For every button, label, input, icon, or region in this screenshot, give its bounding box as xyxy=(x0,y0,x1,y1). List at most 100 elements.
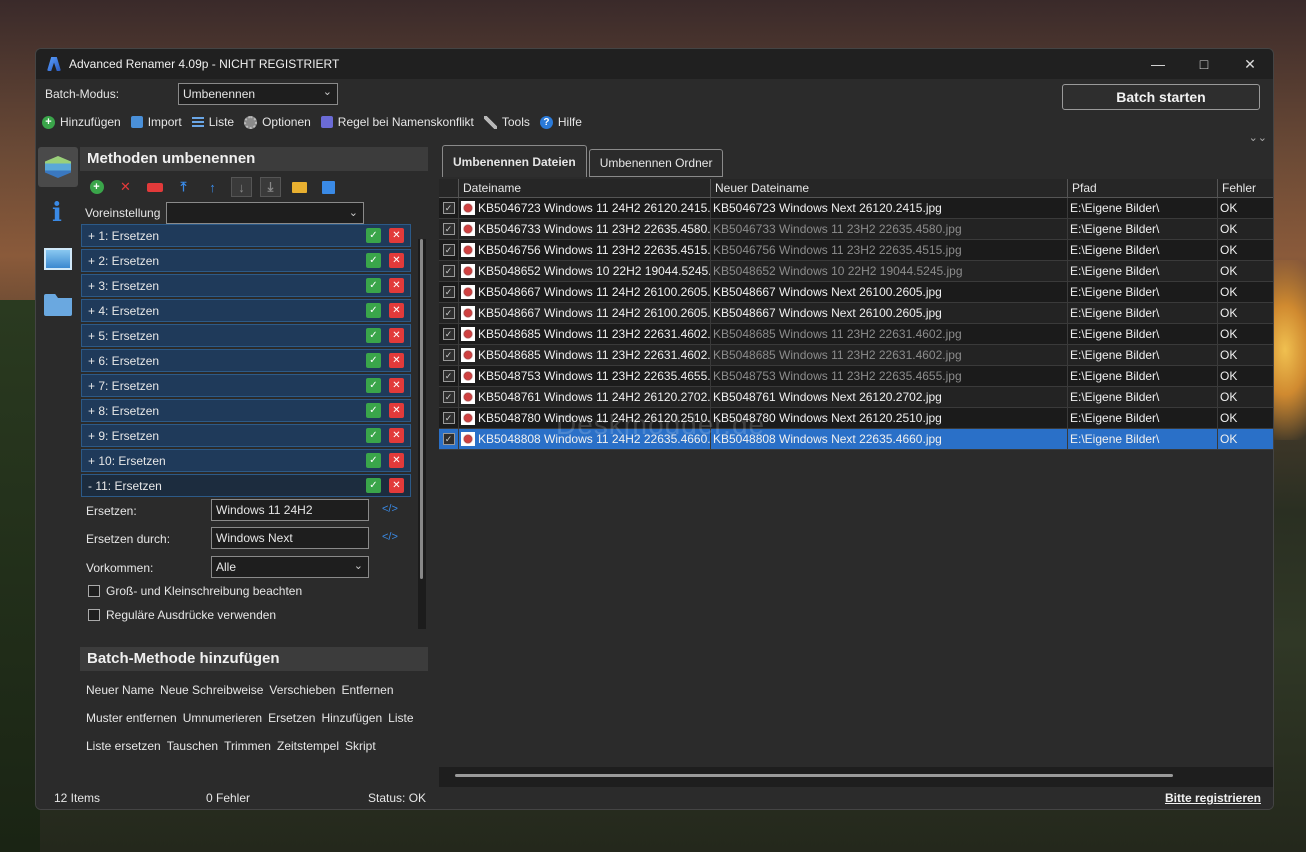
batch-link[interactable]: Zeitstempel xyxy=(277,739,339,753)
table-row[interactable]: ✓ KB5048685 Windows 11 23H2 22631.4602.jp… xyxy=(439,345,1273,366)
name-conflict-button[interactable]: Regel bei Namenskonflikt xyxy=(320,115,474,129)
row-checkbox[interactable]: ✓ xyxy=(442,391,455,403)
import-button[interactable]: Import xyxy=(130,115,182,129)
batch-link[interactable]: Neue Schreibweise xyxy=(160,683,263,697)
close-button[interactable]: ✕ xyxy=(1227,49,1273,79)
row-checkbox[interactable]: ✓ xyxy=(442,265,455,277)
batch-link[interactable]: Liste xyxy=(388,711,413,725)
case-sensitive-checkbox[interactable] xyxy=(88,585,100,597)
column-header-error[interactable]: Fehler xyxy=(1218,179,1273,197)
method-item[interactable]: + 3: Ersetzen ✓ ✕ xyxy=(81,274,411,297)
side-nav-info[interactable]: i xyxy=(38,193,78,233)
batch-mode-select[interactable]: Umbenennen ⌄ xyxy=(178,83,338,105)
enabled-check-icon[interactable]: ✓ xyxy=(366,403,381,418)
column-header-path[interactable]: Pfad xyxy=(1068,179,1218,197)
remove-x-icon[interactable]: ✕ xyxy=(389,278,404,293)
table-row[interactable]: ✓ KB5046733 Windows 11 23H2 22635.4580.jp… xyxy=(439,219,1273,240)
table-row[interactable]: ✓ KB5048685 Windows 11 23H2 22631.4602.j.… xyxy=(439,324,1273,345)
remove-x-icon[interactable]: ✕ xyxy=(389,378,404,393)
enabled-check-icon[interactable]: ✓ xyxy=(366,278,381,293)
row-checkbox[interactable]: ✓ xyxy=(442,223,455,235)
remove-x-icon[interactable]: ✕ xyxy=(389,353,404,368)
table-row[interactable]: ✓ KB5048667 Windows 11 24H2 26100.2605.jp… xyxy=(439,303,1273,324)
preset-select[interactable]: ⌄ xyxy=(166,202,364,224)
methods-scrollbar[interactable] xyxy=(418,239,426,629)
table-row[interactable]: ✓ KB5048652 Windows 10 22H2 19044.5245.jp… xyxy=(439,261,1273,282)
remove-x-icon[interactable]: ✕ xyxy=(389,253,404,268)
move-bottom-button[interactable]: ⤓ xyxy=(260,177,281,197)
method-item[interactable]: + 9: Ersetzen ✓ ✕ xyxy=(81,424,411,447)
method-item[interactable]: + 2: Ersetzen ✓ ✕ xyxy=(81,249,411,272)
side-nav-image[interactable] xyxy=(38,239,78,279)
clear-methods-button[interactable] xyxy=(144,177,165,197)
move-down-button[interactable]: ↓ xyxy=(231,177,252,197)
batch-link[interactable]: Liste ersetzen xyxy=(86,739,161,753)
batch-start-button[interactable]: Batch starten xyxy=(1062,84,1260,110)
enabled-check-icon[interactable]: ✓ xyxy=(366,378,381,393)
remove-x-icon[interactable]: ✕ xyxy=(389,478,404,493)
add-method-button[interactable]: + xyxy=(86,177,107,197)
enabled-check-icon[interactable]: ✓ xyxy=(366,428,381,443)
table-row[interactable]: ✓ KB5048761 Windows 11 24H2 26120.2702.jp… xyxy=(439,387,1273,408)
row-checkbox[interactable]: ✓ xyxy=(442,370,455,382)
help-button[interactable]: ? Hilfe xyxy=(539,115,582,129)
case-sensitive-option[interactable]: Groß- und Kleinschreibung beachten xyxy=(88,584,302,598)
remove-x-icon[interactable]: ✕ xyxy=(389,303,404,318)
method-item[interactable]: + 7: Ersetzen ✓ ✕ xyxy=(81,374,411,397)
row-checkbox[interactable]: ✓ xyxy=(442,328,455,340)
batch-link[interactable]: Umnumerieren xyxy=(183,711,262,725)
code-tag-icon[interactable]: </> xyxy=(382,531,398,543)
method-item[interactable]: + 8: Ersetzen ✓ ✕ xyxy=(81,399,411,422)
table-row[interactable]: ✓ KB5046723 Windows 11 24H2 26120.2415.j.… xyxy=(439,198,1273,219)
add-files-button[interactable]: + Hinzufügen xyxy=(42,115,121,129)
side-nav-folder[interactable] xyxy=(38,285,78,325)
double-chevron-down-icon[interactable]: ⌄⌄ xyxy=(1249,131,1267,144)
column-header-new-filename[interactable]: Neuer Dateiname xyxy=(711,179,1068,197)
table-row[interactable]: ✓ KB5046756 Windows 11 23H2 22635.4515.jp… xyxy=(439,240,1273,261)
enabled-check-icon[interactable]: ✓ xyxy=(366,478,381,493)
batch-link[interactable]: Tauschen xyxy=(167,739,218,753)
method-item[interactable]: + 6: Ersetzen ✓ ✕ xyxy=(81,349,411,372)
save-preset-button[interactable] xyxy=(318,177,339,197)
remove-x-icon[interactable]: ✕ xyxy=(389,328,404,343)
row-checkbox[interactable]: ✓ xyxy=(442,202,455,214)
move-up-button[interactable]: ↑ xyxy=(202,177,223,197)
delete-method-button[interactable]: ✕ xyxy=(115,177,136,197)
row-checkbox[interactable]: ✓ xyxy=(442,433,455,445)
row-checkbox[interactable]: ✓ xyxy=(442,244,455,256)
open-preset-button[interactable] xyxy=(289,177,310,197)
enabled-check-icon[interactable]: ✓ xyxy=(366,353,381,368)
batch-link[interactable]: Muster entfernen xyxy=(86,711,177,725)
enabled-check-icon[interactable]: ✓ xyxy=(366,453,381,468)
enabled-check-icon[interactable]: ✓ xyxy=(366,253,381,268)
remove-x-icon[interactable]: ✕ xyxy=(389,453,404,468)
minimize-button[interactable]: — xyxy=(1135,49,1181,79)
register-link[interactable]: Bitte registrieren xyxy=(1165,791,1261,805)
enabled-check-icon[interactable]: ✓ xyxy=(366,228,381,243)
method-item[interactable]: + 5: Ersetzen ✓ ✕ xyxy=(81,324,411,347)
remove-x-icon[interactable]: ✕ xyxy=(389,428,404,443)
column-header-select[interactable] xyxy=(439,179,459,197)
column-header-filename[interactable]: Dateiname xyxy=(459,179,711,197)
remove-x-icon[interactable]: ✕ xyxy=(389,403,404,418)
tools-button[interactable]: Tools xyxy=(483,115,530,129)
row-checkbox[interactable]: ✓ xyxy=(442,349,455,361)
move-top-button[interactable]: ⤒ xyxy=(173,177,194,197)
enabled-check-icon[interactable]: ✓ xyxy=(366,303,381,318)
batch-link[interactable]: Verschieben xyxy=(269,683,335,697)
batch-link[interactable]: Hinzufügen xyxy=(321,711,382,725)
batch-link[interactable]: Neuer Name xyxy=(86,683,154,697)
row-checkbox[interactable]: ✓ xyxy=(442,286,455,298)
method-item[interactable]: + 10: Ersetzen ✓ ✕ xyxy=(81,449,411,472)
row-checkbox[interactable]: ✓ xyxy=(442,412,455,424)
replace-with-input[interactable]: Windows Next xyxy=(211,527,369,549)
enabled-check-icon[interactable]: ✓ xyxy=(366,328,381,343)
batch-link[interactable]: Ersetzen xyxy=(268,711,315,725)
occurrence-select[interactable]: Alle ⌄ xyxy=(211,556,369,578)
regex-option[interactable]: Reguläre Ausdrücke verwenden xyxy=(88,608,276,622)
horizontal-scrollbar[interactable] xyxy=(455,774,1173,777)
options-button[interactable]: Optionen xyxy=(244,115,311,129)
replace-input[interactable]: Windows 11 24H2 xyxy=(211,499,369,521)
batch-link[interactable]: Trimmen xyxy=(224,739,271,753)
batch-link[interactable]: Skript xyxy=(345,739,376,753)
